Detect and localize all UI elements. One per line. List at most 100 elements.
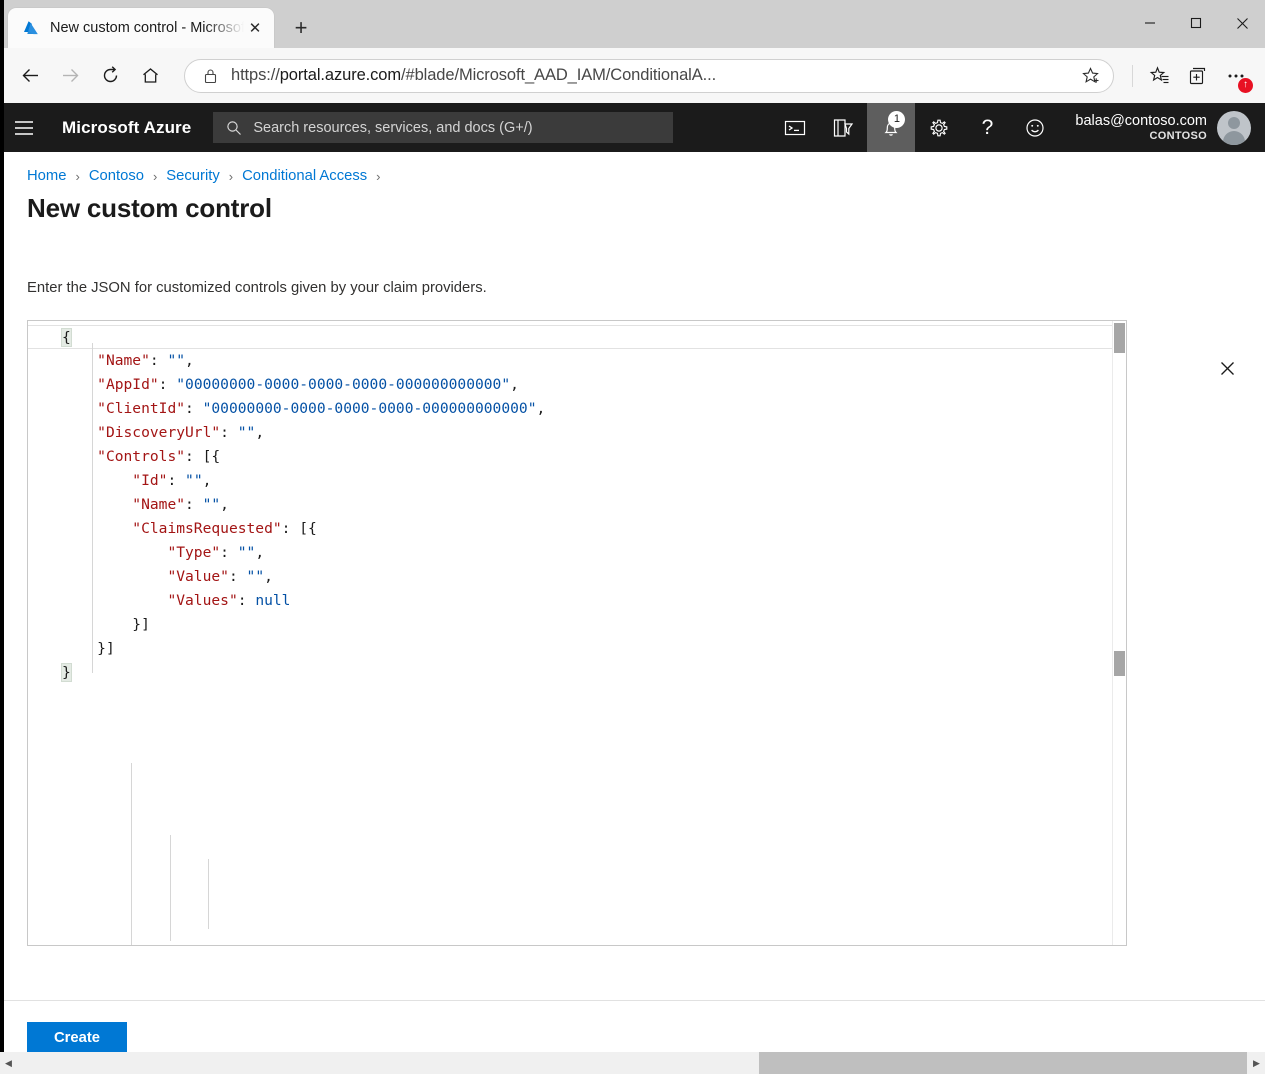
azure-brand-label[interactable]: Microsoft Azure (62, 118, 191, 138)
code-line[interactable]: "Value": "", (28, 565, 1126, 589)
close-blade-icon[interactable] (1211, 352, 1243, 384)
code-token-punc: , (264, 568, 273, 585)
global-search-box[interactable] (213, 112, 673, 143)
code-token-key: "DiscoveryUrl" (97, 424, 220, 441)
code-line[interactable]: "Type": "", (28, 541, 1126, 565)
browser-tab-title: New custom control - Microsoft Azure (50, 20, 244, 36)
code-indent (62, 544, 167, 561)
reload-icon[interactable] (90, 56, 130, 96)
editor-vertical-scrollbar[interactable] (1112, 321, 1126, 945)
code-indent (62, 592, 167, 609)
scroll-right-arrow-icon[interactable]: ▶ (1248, 1052, 1265, 1074)
maximize-icon[interactable] (1173, 0, 1219, 46)
browser-tab-active[interactable]: New custom control - Microsoft Azure ✕ (8, 8, 274, 48)
code-indent (62, 496, 132, 513)
editor-scroll-thumb[interactable] (1114, 323, 1125, 353)
horizontal-scroll-thumb[interactable] (759, 1052, 1247, 1074)
window-controls (1127, 0, 1265, 46)
code-token-punc: , (536, 400, 545, 417)
azure-portal-page: Microsoft Azure 1 (0, 103, 1265, 1074)
feedback-smiley-icon[interactable] (1011, 103, 1059, 152)
code-token-punc: : (220, 424, 238, 441)
code-token-punc: : (229, 568, 247, 585)
minimize-icon[interactable] (1127, 0, 1173, 46)
json-editor[interactable]: { "Name": "", "AppId": "00000000-0000-00… (27, 320, 1127, 946)
breadcrumb-item-security[interactable]: Security (166, 168, 219, 184)
notifications-bell-icon[interactable]: 1 (867, 103, 915, 152)
new-tab-button[interactable]: + (284, 11, 318, 45)
code-line[interactable]: "DiscoveryUrl": "", (28, 421, 1126, 445)
code-indent (62, 472, 132, 489)
tab-close-icon[interactable]: ✕ (244, 17, 266, 39)
help-glyph: ? (982, 117, 994, 138)
back-arrow-icon[interactable] (10, 56, 50, 96)
code-line[interactable]: } (28, 661, 1126, 685)
more-ellipsis-icon[interactable]: ↑ (1217, 57, 1255, 95)
cloud-shell-icon[interactable] (771, 103, 819, 152)
forward-arrow-icon[interactable] (50, 56, 90, 96)
json-editor-lines[interactable]: { "Name": "", "AppId": "00000000-0000-00… (28, 321, 1126, 945)
browser-toolbar: https://portal.azure.com/#blade/Microsof… (0, 48, 1265, 103)
account-menu[interactable]: balas@contoso.com CONTOSO (1059, 103, 1265, 152)
breadcrumb-item-contoso[interactable]: Contoso (89, 168, 144, 184)
create-button[interactable]: Create (27, 1022, 127, 1054)
code-token-str: "" (247, 568, 265, 585)
code-line[interactable]: "ClientId": "00000000-0000-0000-0000-000… (28, 397, 1126, 421)
code-token-str: "" (203, 496, 221, 513)
breadcrumb-item-conditional-access[interactable]: Conditional Access (242, 168, 367, 184)
azure-header-actions: 1 ? balas@contoso.com CONTOSO (771, 103, 1265, 152)
code-token-punc: : (159, 376, 177, 393)
hamburger-menu-icon[interactable] (0, 103, 48, 152)
favorites-list-icon[interactable] (1141, 57, 1179, 95)
scroll-left-arrow-icon[interactable]: ◀ (0, 1052, 17, 1074)
code-token-str: "00000000-0000-0000-0000-000000000000" (176, 376, 510, 393)
code-token-key: "Type" (167, 544, 220, 561)
code-line[interactable]: { (28, 325, 1126, 349)
page-horizontal-scrollbar[interactable]: ◀ ▶ (0, 1052, 1265, 1074)
search-icon (223, 120, 245, 136)
settings-gear-icon[interactable] (915, 103, 963, 152)
browser-titlebar: New custom control - Microsoft Azure ✕ + (0, 0, 1265, 48)
indent-guide (208, 859, 209, 929)
search-input[interactable] (245, 119, 663, 137)
code-line[interactable]: }] (28, 613, 1126, 637)
blade-body: Enter the JSON for customized controls g… (0, 280, 1265, 946)
scroll-track[interactable] (17, 1052, 1248, 1074)
code-line[interactable]: "Name": "", (28, 493, 1126, 517)
tab-strip: New custom control - Microsoft Azure ✕ + (0, 0, 318, 48)
brace-match-highlight: } (62, 664, 71, 681)
window-close-icon[interactable] (1219, 0, 1265, 46)
code-token-punc: : [{ (282, 520, 317, 537)
code-line[interactable]: "ClaimsRequested": [{ (28, 517, 1126, 541)
address-bar[interactable]: https://portal.azure.com/#blade/Microsof… (184, 59, 1114, 93)
url-text: https://portal.azure.com/#blade/Microsof… (221, 66, 1075, 85)
code-line[interactable]: "Name": "", (28, 349, 1126, 373)
code-line[interactable]: "Id": "", (28, 469, 1126, 493)
code-token-key: "Name" (132, 496, 185, 513)
code-token-punc: : [{ (185, 448, 220, 465)
code-token-key: "Id" (132, 472, 167, 489)
editor-scroll-marker[interactable] (1114, 651, 1125, 676)
code-token-punc: : (150, 352, 168, 369)
breadcrumb-item-home[interactable]: Home (27, 168, 66, 184)
chevron-right-icon: › (75, 169, 79, 184)
code-token-key: "ClientId" (97, 400, 185, 417)
collections-icon[interactable] (1179, 57, 1217, 95)
code-line[interactable]: "Controls": [{ (28, 445, 1126, 469)
directories-subscriptions-icon[interactable] (819, 103, 867, 152)
instruction-text: Enter the JSON for customized controls g… (27, 280, 1238, 296)
window-left-edge (0, 0, 4, 1052)
code-line[interactable]: "AppId": "00000000-0000-0000-0000-000000… (28, 373, 1126, 397)
avatar[interactable] (1217, 111, 1251, 145)
azure-global-header: Microsoft Azure 1 (0, 103, 1265, 152)
code-line[interactable]: }] (28, 637, 1126, 661)
code-line[interactable]: "Values": null (28, 589, 1126, 613)
home-icon[interactable] (130, 56, 170, 96)
notification-count-badge: 1 (888, 111, 905, 128)
account-text: balas@contoso.com CONTOSO (1075, 113, 1207, 143)
chevron-right-icon: › (376, 169, 380, 184)
help-question-icon[interactable]: ? (963, 103, 1011, 152)
account-tenant: CONTOSO (1075, 130, 1207, 142)
star-add-icon[interactable] (1075, 66, 1105, 85)
code-token-str: "" (167, 352, 185, 369)
